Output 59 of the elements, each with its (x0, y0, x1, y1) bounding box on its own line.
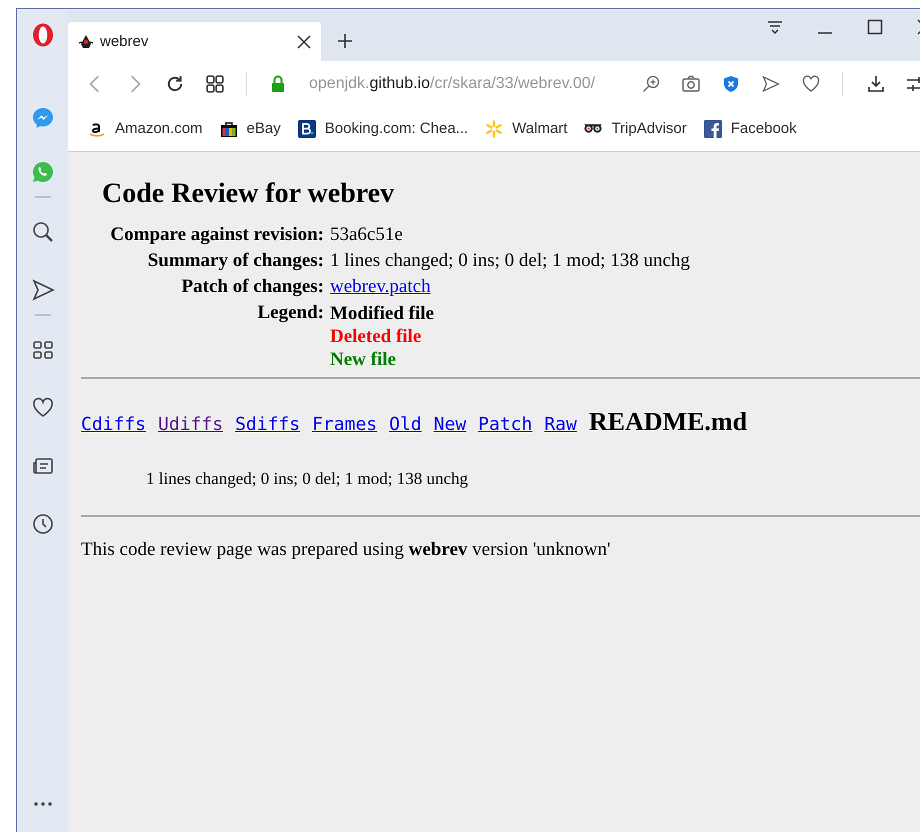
diff-link[interactable]: Frames (312, 414, 378, 435)
info-value: 53a6c51e (330, 224, 404, 246)
diff-link[interactable]: New (434, 414, 466, 435)
grid-icon[interactable] (30, 338, 54, 362)
heart-icon[interactable] (802, 74, 820, 92)
bookmark-item[interactable]: eBay (220, 120, 281, 138)
file-name: README.md (588, 407, 748, 437)
page-title: Code Review for webrev (102, 178, 396, 210)
maximize-icon[interactable] (867, 19, 883, 35)
footer-text: This code review page was prepared using webrev version 'unknown' (81, 539, 612, 561)
diff-link[interactable]: Udiffs (158, 414, 224, 435)
info-label: Compare against revision: (109, 224, 324, 246)
grid-icon[interactable] (206, 74, 224, 92)
camera-icon[interactable] (682, 74, 700, 92)
shield-icon[interactable] (722, 74, 740, 92)
diff-link[interactable]: Old (389, 414, 422, 435)
diff-link[interactable]: Patch (478, 414, 532, 435)
legend-item: Deleted file (330, 325, 422, 348)
reload-icon[interactable] (166, 74, 184, 92)
address-field[interactable]: openjdk.github.io/cr/skara/33/webrev.00/ (309, 74, 596, 92)
bookmark-item[interactable]: Amazon.com (88, 120, 203, 138)
facebook-icon (704, 120, 722, 138)
tab-menu-icon[interactable] (767, 19, 783, 35)
legend-item: New file (330, 348, 396, 371)
info-label: Summary of changes: (146, 250, 324, 272)
search-icon[interactable] (30, 220, 54, 244)
mascot-icon (78, 34, 94, 50)
zoom-icon[interactable] (642, 74, 660, 92)
browser-tab[interactable]: webrev (68, 22, 321, 61)
diff-link[interactable]: Sdiffs (235, 414, 300, 435)
bookmark-item[interactable]: Booking.com: Chea... (298, 120, 468, 138)
legend-label: Legend: (256, 302, 324, 324)
download-icon[interactable] (867, 74, 885, 92)
shopping-bag-icon (220, 120, 238, 138)
close-icon[interactable] (297, 34, 311, 48)
spark-icon (485, 120, 504, 138)
opera-logo[interactable] (30, 22, 54, 48)
booking-icon (298, 120, 316, 138)
diff-link[interactable]: Raw (544, 414, 577, 435)
info-label: Patch of changes: (180, 276, 324, 298)
clock-icon[interactable] (30, 512, 54, 536)
info-value: 1 lines changed; 0 ins; 0 del; 1 mod; 138 unchg (330, 250, 691, 272)
bookmark-item[interactable]: Facebook (704, 120, 797, 138)
tab-title: webrev (100, 33, 150, 50)
lock-icon[interactable] (271, 74, 285, 92)
legend-item: Modified file (330, 302, 434, 325)
send-icon[interactable] (762, 74, 780, 92)
plus-icon[interactable] (337, 33, 353, 49)
messenger-icon[interactable] (30, 106, 54, 130)
send-icon[interactable] (30, 278, 54, 302)
bookmark-item[interactable]: TripAdvisor (584, 120, 687, 137)
diff-link[interactable]: Cdiffs (81, 414, 146, 435)
more-icon[interactable] (32, 801, 52, 807)
heart-icon[interactable] (30, 396, 54, 420)
bookmark-item[interactable]: Walmart (485, 120, 568, 138)
file-summary: 1 lines changed; 0 ins; 0 del; 1 mod; 138 unchg (146, 469, 470, 489)
owl-icon (584, 124, 602, 133)
patch-link[interactable]: webrev.patch (330, 276, 920, 298)
settings-icon[interactable] (907, 74, 920, 92)
